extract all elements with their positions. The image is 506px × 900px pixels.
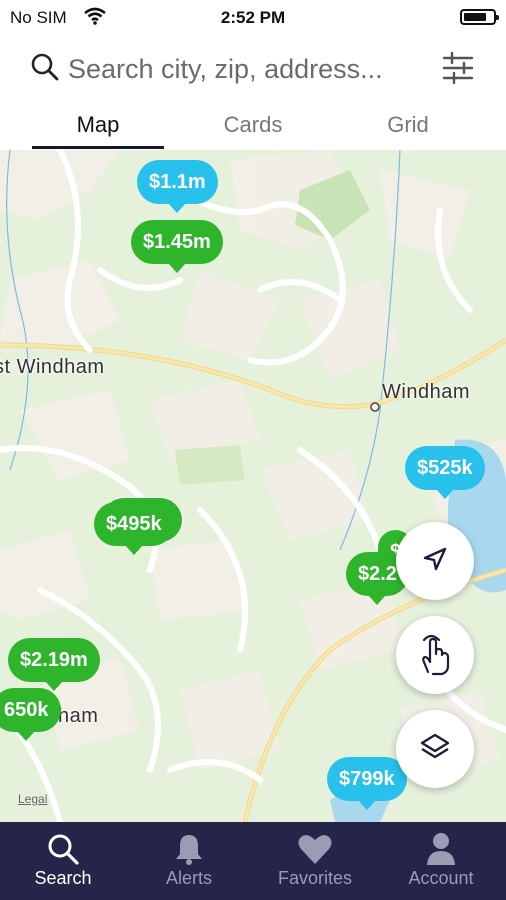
search-icon [30, 52, 60, 87]
listing-pin[interactable]: $799k [327, 757, 407, 810]
nav-favorites[interactable]: Favorites [252, 822, 378, 900]
heart-icon [252, 832, 378, 866]
nav-alerts[interactable]: Alerts [126, 822, 252, 900]
view-tabs: Map Cards Grid [0, 104, 506, 151]
listing-pin[interactable]: $1.1m [137, 160, 218, 213]
draw-search-button[interactable] [396, 616, 474, 694]
map-layers-button[interactable] [396, 710, 474, 788]
clock: 2:52 PM [220, 8, 286, 27]
map-label: Windham [382, 381, 470, 403]
listing-pin[interactable]: 650k [0, 688, 61, 741]
layers-icon [419, 731, 451, 768]
active-tab-indicator [32, 146, 164, 149]
legal-link[interactable]: Legal [18, 792, 47, 806]
filter-icon[interactable] [440, 50, 476, 91]
navigation-arrow-icon [421, 545, 449, 578]
nav-label: Search [34, 868, 92, 888]
tab-cards[interactable]: Cards [193, 112, 313, 138]
search-input[interactable] [66, 48, 430, 90]
nav-label: Alerts [165, 868, 212, 888]
nav-label: Favorites [277, 868, 353, 888]
map-view[interactable]: st Windham Windham ham $1.1m $1.45m $525… [0, 150, 506, 822]
map-label: st Windham [0, 356, 105, 378]
tab-map[interactable]: Map [38, 112, 158, 138]
locate-me-button[interactable] [396, 522, 474, 600]
bell-icon [126, 832, 252, 866]
nav-search[interactable]: Search [0, 822, 126, 900]
nav-account[interactable]: Account [378, 822, 504, 900]
search-bar [0, 42, 506, 96]
listing-pin[interactable]: $2.19m [8, 638, 100, 691]
person-icon [378, 832, 504, 866]
listing-pin[interactable]: $525k [405, 446, 485, 499]
map-label: ham [58, 705, 99, 727]
battery-icon [460, 9, 499, 25]
status-bar: No SIM 2:52 PM [0, 0, 506, 34]
listing-pin[interactable]: $495k [94, 502, 174, 555]
search-icon [0, 832, 126, 866]
listing-pin[interactable]: $1.45m [131, 220, 223, 273]
tab-grid[interactable]: Grid [348, 112, 468, 138]
hand-pointer-icon [415, 630, 455, 681]
nav-label: Account [408, 868, 474, 888]
bottom-nav: Search Alerts Favorites Account [0, 822, 506, 900]
